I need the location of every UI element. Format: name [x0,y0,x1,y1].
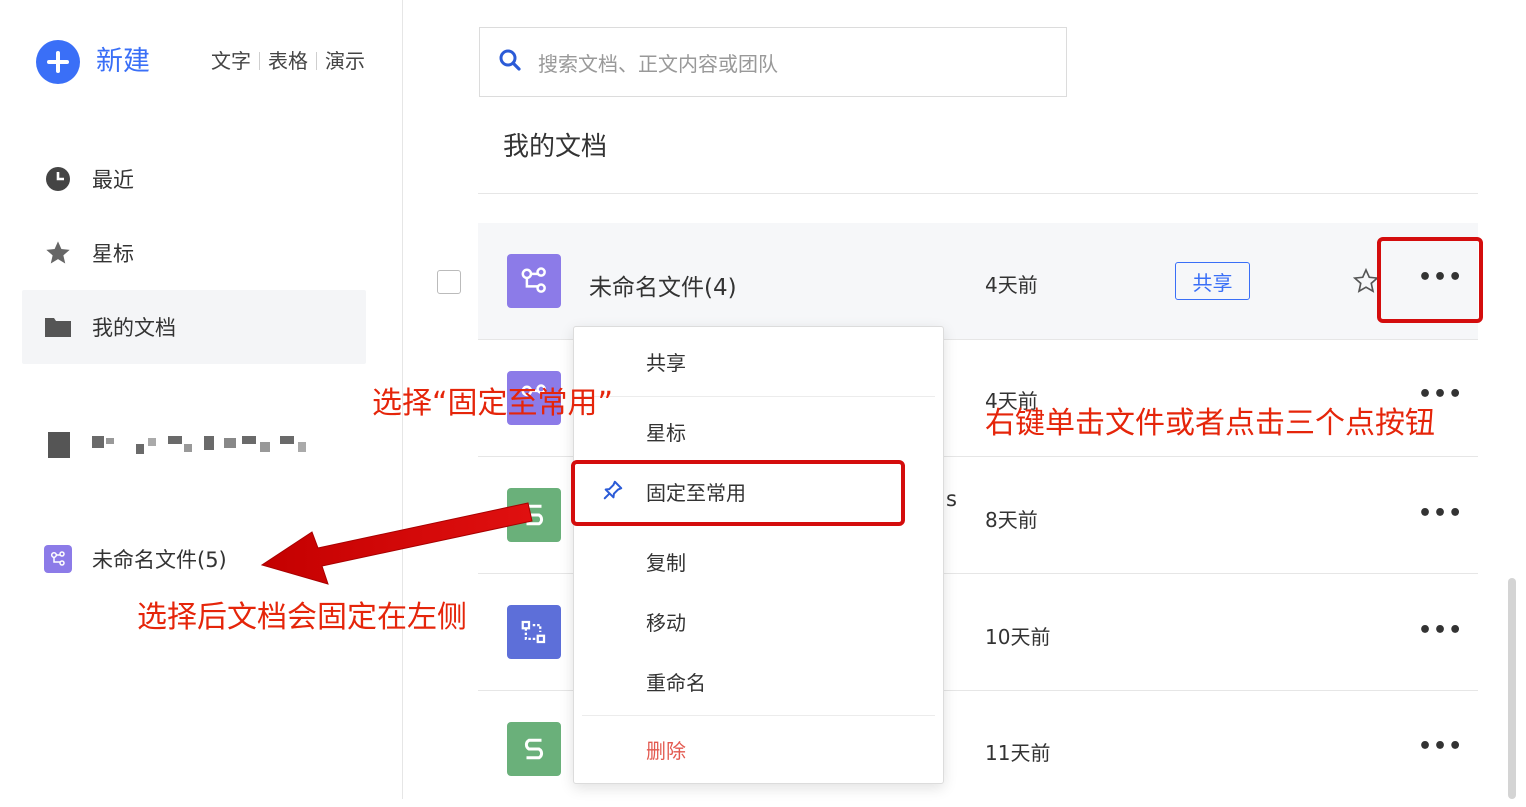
annotation-arrow [260,502,533,585]
